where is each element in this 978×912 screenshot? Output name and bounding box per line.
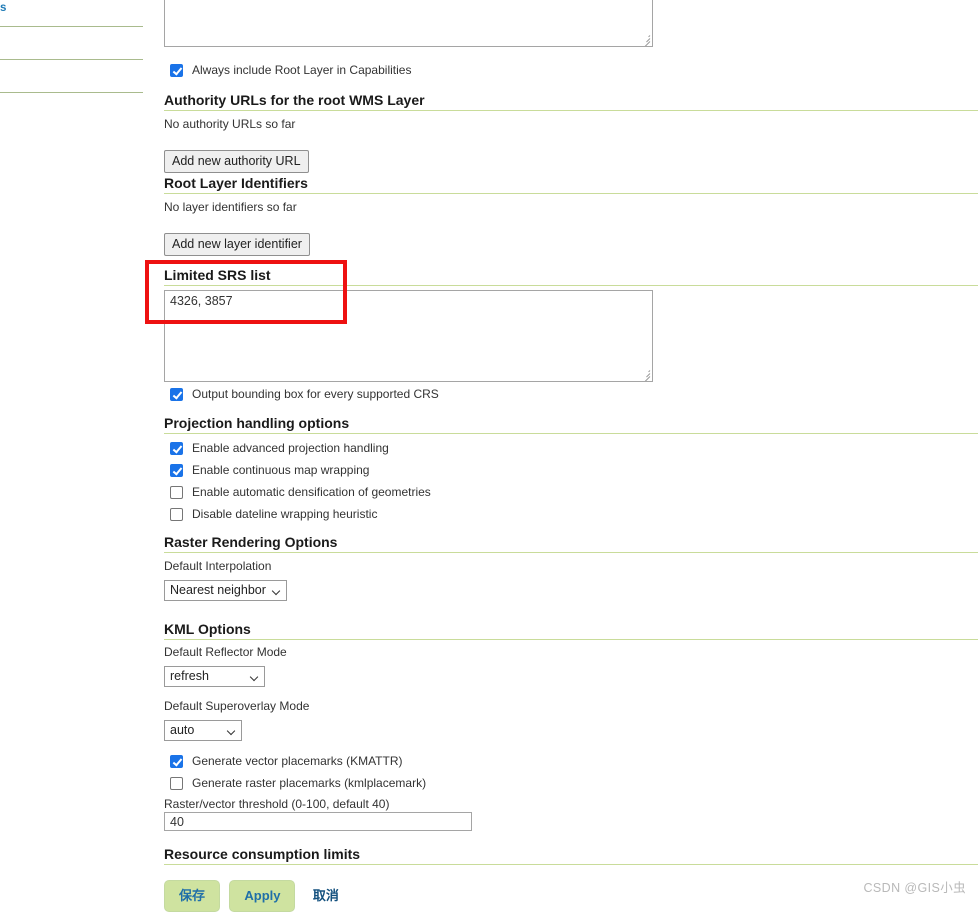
chevron-down-icon [273, 588, 281, 594]
chevron-down-icon [251, 674, 259, 680]
default-reflector-mode-value: refresh [170, 669, 209, 683]
default-interpolation-select[interactable]: Nearest neighbor [164, 580, 287, 601]
abstract-textarea[interactable] [164, 0, 653, 47]
default-superoverlay-mode-value: auto [170, 723, 195, 737]
generate-vector-placemarks-row[interactable]: Generate vector placemarks (KMATTR) [170, 753, 403, 769]
resize-grip-icon[interactable] [639, 33, 651, 46]
raster-rendering-heading: Raster Rendering Options [164, 534, 978, 553]
form-actions: 保存 Apply 取消 [164, 880, 339, 912]
always-include-root-layer-checkbox[interactable] [170, 63, 183, 77]
sidebar-truncated: s [0, 0, 143, 912]
enable-continuous-map-wrapping-checkbox[interactable] [170, 463, 183, 477]
default-superoverlay-mode-select[interactable]: auto [164, 720, 242, 741]
sidebar-divider-2 [0, 59, 143, 60]
limited-srs-textarea[interactable]: 4326, 3857 [164, 290, 653, 382]
add-authority-url-button[interactable]: Add new authority URL [164, 150, 309, 173]
default-interpolation-label: Default Interpolation [164, 559, 272, 573]
always-include-root-layer-label: Always include Root Layer in Capabilitie… [192, 63, 412, 77]
resource-consumption-limits-heading: Resource consumption limits [164, 846, 978, 865]
disable-dateline-wrapping-checkbox[interactable] [170, 507, 183, 521]
enable-automatic-densification-checkbox[interactable] [170, 485, 183, 499]
projection-option-row[interactable]: Enable advanced projection handling [170, 440, 389, 456]
chevron-down-icon [228, 728, 236, 734]
watermark-text: CSDN @GIS小虫 [863, 881, 966, 895]
authority-urls-heading: Authority URLs for the root WMS Layer [164, 92, 978, 111]
raster-vector-threshold-value: 40 [170, 815, 184, 829]
enable-advanced-projection-label: Enable advanced projection handling [192, 441, 389, 455]
authority-urls-empty-text: No authority URLs so far [164, 117, 296, 131]
limited-srs-value: 4326, 3857 [170, 294, 233, 308]
enable-automatic-densification-label: Enable automatic densification of geomet… [192, 485, 431, 499]
output-bounding-box-checkbox[interactable] [170, 387, 183, 401]
resource-limits-clipped-row [164, 866, 167, 875]
cancel-button[interactable]: 取消 [313, 880, 339, 912]
disable-dateline-wrapping-label: Disable dateline wrapping heuristic [192, 507, 378, 521]
enable-advanced-projection-checkbox[interactable] [170, 441, 183, 455]
projection-option-row[interactable]: Enable continuous map wrapping [170, 462, 369, 478]
sidebar-divider-3 [0, 92, 143, 93]
enable-continuous-map-wrapping-label: Enable continuous map wrapping [192, 463, 370, 477]
always-include-root-layer-row[interactable]: Always include Root Layer in Capabilitie… [170, 62, 411, 78]
generate-vector-placemarks-checkbox[interactable] [170, 754, 183, 768]
limited-srs-heading: Limited SRS list [164, 267, 978, 286]
generate-raster-placemarks-row[interactable]: Generate raster placemarks (kmlplacemark… [170, 775, 426, 791]
save-button[interactable]: 保存 [164, 880, 221, 912]
raster-vector-threshold-label: Raster/vector threshold (0-100, default … [164, 797, 390, 811]
default-superoverlay-mode-label: Default Superoverlay Mode [164, 699, 310, 713]
add-layer-identifier-button[interactable]: Add new layer identifier [164, 233, 310, 256]
projection-option-row[interactable]: Enable automatic densification of geomet… [170, 484, 431, 500]
generate-raster-placemarks-checkbox[interactable] [170, 776, 183, 790]
root-layer-identifiers-empty-text: No layer identifiers so far [164, 200, 297, 214]
generate-vector-placemarks-label: Generate vector placemarks (KMATTR) [192, 754, 403, 768]
projection-option-row[interactable]: Disable dateline wrapping heuristic [170, 506, 377, 522]
generate-raster-placemarks-label: Generate raster placemarks (kmlplacemark… [192, 776, 427, 790]
root-layer-identifiers-heading: Root Layer Identifiers [164, 175, 978, 194]
kml-options-heading: KML Options [164, 621, 978, 640]
default-reflector-mode-label: Default Reflector Mode [164, 645, 287, 659]
default-reflector-mode-select[interactable]: refresh [164, 666, 265, 687]
output-bounding-box-row[interactable]: Output bounding box for every supported … [170, 386, 439, 402]
projection-handling-heading: Projection handling options [164, 415, 978, 434]
default-interpolation-value: Nearest neighbor [170, 583, 266, 597]
sidebar-divider-1 [0, 26, 143, 27]
sidebar-link-fragment[interactable]: s [0, 2, 6, 14]
output-bounding-box-label: Output bounding box for every supported … [192, 387, 439, 401]
resize-grip-icon[interactable] [639, 368, 651, 381]
raster-vector-threshold-input[interactable]: 40 [164, 812, 472, 831]
apply-button[interactable]: Apply [229, 880, 296, 912]
